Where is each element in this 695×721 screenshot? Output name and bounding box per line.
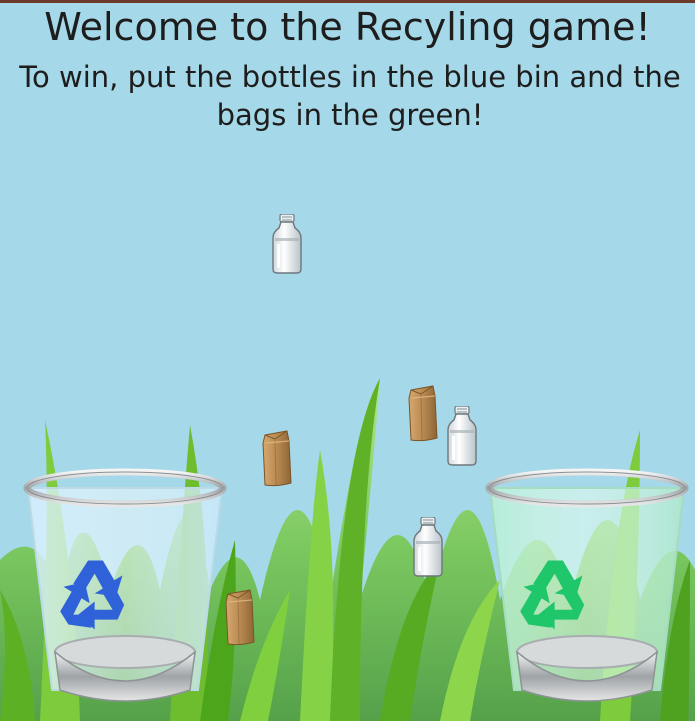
game-stage: Welcome to the Recyling game! To win, pu…: [0, 0, 695, 721]
paper-bag-item[interactable]: [225, 589, 255, 646]
paper-bag-item[interactable]: [262, 430, 292, 487]
blue-bin[interactable]: [23, 468, 227, 702]
paper-bag-item[interactable]: [408, 385, 438, 442]
playfield: [0, 214, 695, 721]
green-bin[interactable]: [485, 468, 689, 702]
bottle-item[interactable]: [447, 406, 477, 466]
bottle-item[interactable]: [272, 214, 302, 274]
bottle-item[interactable]: [413, 517, 443, 577]
